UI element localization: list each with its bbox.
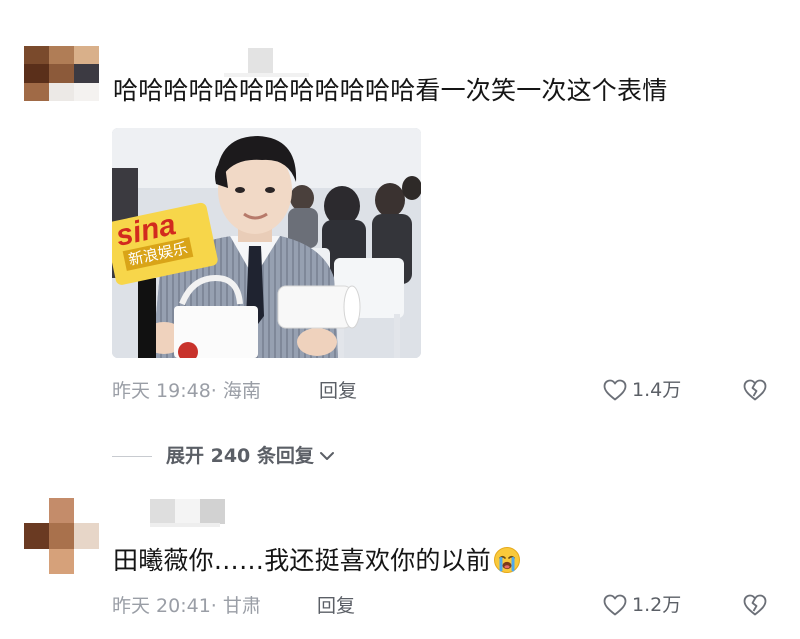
expand-replies-button[interactable]: 展开 240 条回复 — [112, 443, 338, 469]
like-count: 1.2万 — [632, 594, 682, 616]
reply-button[interactable]: 回复 — [319, 378, 357, 404]
like-button[interactable]: 1.2万 — [602, 592, 681, 618]
chevron-down-icon — [319, 452, 334, 460]
username-redacted[interactable] — [248, 48, 273, 73]
reply-button[interactable]: 回复 — [317, 593, 355, 619]
avatar[interactable] — [24, 46, 99, 101]
comment-location: · 海南 — [210, 380, 261, 402]
like-button[interactable]: 1.4万 — [602, 377, 681, 403]
comment-item: 田曦薇你……我还挺喜欢你的以前 昨天 20:41· 甘肃 回复 1.2万 — [0, 490, 800, 639]
comment-timestamp: 昨天 20:41 — [112, 595, 211, 617]
comment-time: 昨天 20:41· 甘肃 — [112, 593, 261, 619]
comment-location: · 甘肃 — [210, 595, 261, 617]
username-redacted-strip — [150, 523, 220, 527]
crying-face-emoji — [494, 547, 521, 573]
comment-text-body: 田曦薇你……我还挺喜欢你的以前 — [113, 546, 492, 575]
expand-replies-label: 展开 240 条回复 — [166, 445, 314, 467]
broken-heart-icon — [743, 379, 767, 401]
avatar[interactable] — [24, 498, 99, 574]
comment-text: 哈哈哈哈哈哈哈哈哈哈哈哈看一次笑一次这个表情 — [113, 76, 668, 105]
comment-image[interactable]: sina 新浪娱乐 — [112, 128, 421, 358]
comment-text: 田曦薇你……我还挺喜欢你的以前 — [113, 544, 521, 578]
dislike-button[interactable] — [742, 593, 768, 621]
broken-heart-icon — [743, 594, 767, 616]
dislike-button[interactable] — [742, 378, 768, 406]
heart-outline-icon — [603, 379, 627, 401]
comment-time: 昨天 19:48· 海南 — [112, 378, 261, 404]
comment-timestamp: 昨天 19:48 — [112, 380, 211, 402]
like-count: 1.4万 — [632, 379, 682, 401]
divider-line — [112, 455, 152, 457]
heart-outline-icon — [603, 594, 627, 616]
username-redacted[interactable] — [150, 499, 225, 524]
comment-item: 哈哈哈哈哈哈哈哈哈哈哈哈看一次笑一次这个表情 sina 新浪娱乐 昨天 19:4… — [0, 0, 800, 420]
